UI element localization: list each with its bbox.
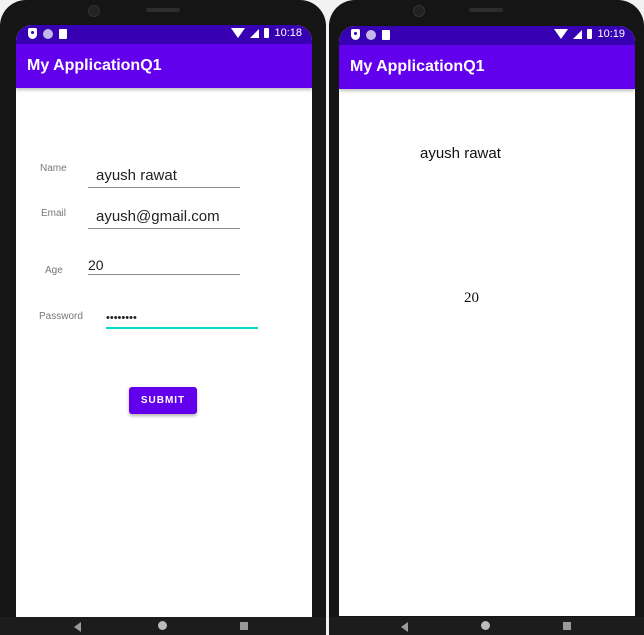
- status-bar: 10:18: [16, 25, 312, 44]
- app-bar: My ApplicationQ1: [16, 44, 312, 88]
- form-screen: 10:18 My ApplicationQ1 Name Email Age Pa…: [16, 25, 312, 617]
- password-field[interactable]: [106, 309, 258, 329]
- front-camera: [413, 5, 425, 17]
- phone-frame-right: 10:19 My ApplicationQ1 ayush rawat 20: [329, 0, 644, 635]
- circle-status-icon: [43, 28, 53, 39]
- wifi-icon: [554, 29, 569, 39]
- app-bar: My ApplicationQ1: [339, 45, 635, 89]
- submit-button[interactable]: SUBMIT: [129, 387, 197, 414]
- speaker-grille: [469, 8, 503, 12]
- phone-frame-left: 10:18 My ApplicationQ1 Name Email Age Pa…: [0, 0, 326, 635]
- status-time: 10:18: [274, 27, 302, 39]
- result-screen: 10:19 My ApplicationQ1 ayush rawat 20: [339, 26, 635, 616]
- recents-icon[interactable]: [563, 622, 571, 630]
- speaker-grille: [146, 8, 180, 12]
- sim-card-icon: [59, 28, 67, 39]
- shield-icon: [351, 29, 360, 40]
- navigation-bar: [0, 617, 326, 635]
- app-title: My ApplicationQ1: [27, 57, 162, 74]
- front-camera: [88, 5, 100, 17]
- status-bar: 10:19: [339, 26, 635, 45]
- age-label: Age: [45, 265, 63, 276]
- back-icon[interactable]: [74, 622, 81, 632]
- circle-status-icon: [366, 29, 376, 40]
- sim-card-icon: [382, 29, 390, 40]
- home-icon[interactable]: [481, 621, 490, 630]
- age-field[interactable]: [88, 255, 240, 275]
- back-icon[interactable]: [401, 622, 408, 632]
- battery-icon: [264, 28, 270, 38]
- wifi-icon: [231, 28, 246, 38]
- output-name-text: ayush rawat: [420, 145, 501, 162]
- signal-icon: [250, 28, 260, 38]
- navigation-bar: [329, 617, 644, 635]
- home-icon[interactable]: [158, 621, 167, 630]
- app-title: My ApplicationQ1: [350, 58, 485, 75]
- output-age-text: 20: [464, 290, 479, 306]
- name-label: Name: [40, 163, 67, 174]
- shield-icon: [28, 28, 37, 39]
- recents-icon[interactable]: [240, 622, 248, 630]
- status-time: 10:19: [597, 28, 625, 40]
- signal-icon: [573, 29, 583, 39]
- password-label: Password: [39, 311, 83, 322]
- battery-icon: [587, 29, 593, 39]
- email-label: Email: [41, 208, 67, 219]
- email-field[interactable]: [88, 205, 240, 229]
- name-field[interactable]: [88, 163, 240, 188]
